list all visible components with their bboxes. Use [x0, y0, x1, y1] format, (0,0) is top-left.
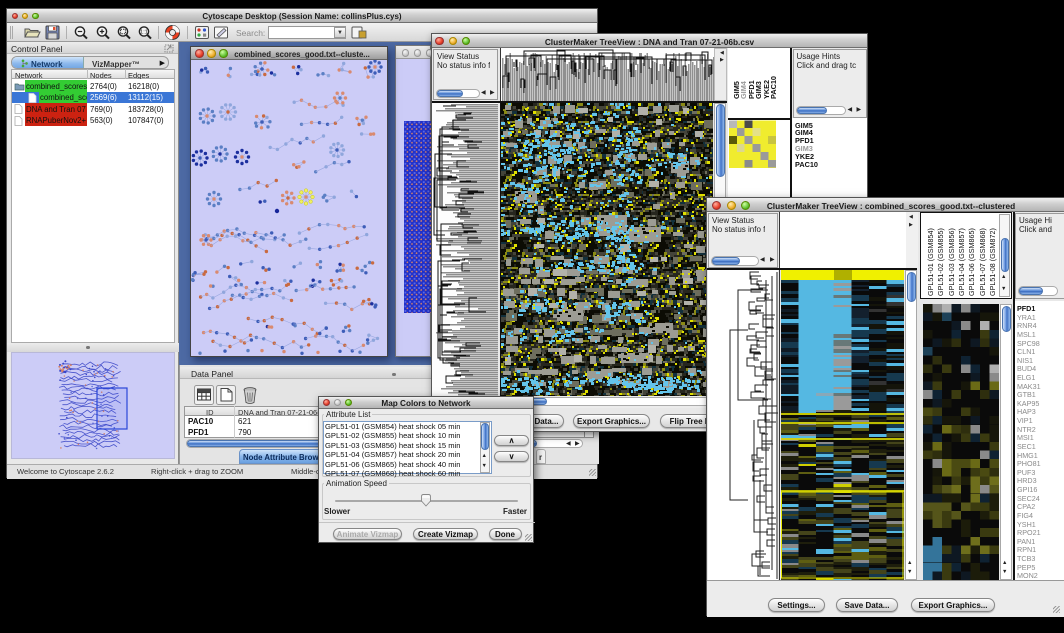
svg-text:1:1: 1:1	[140, 30, 148, 36]
